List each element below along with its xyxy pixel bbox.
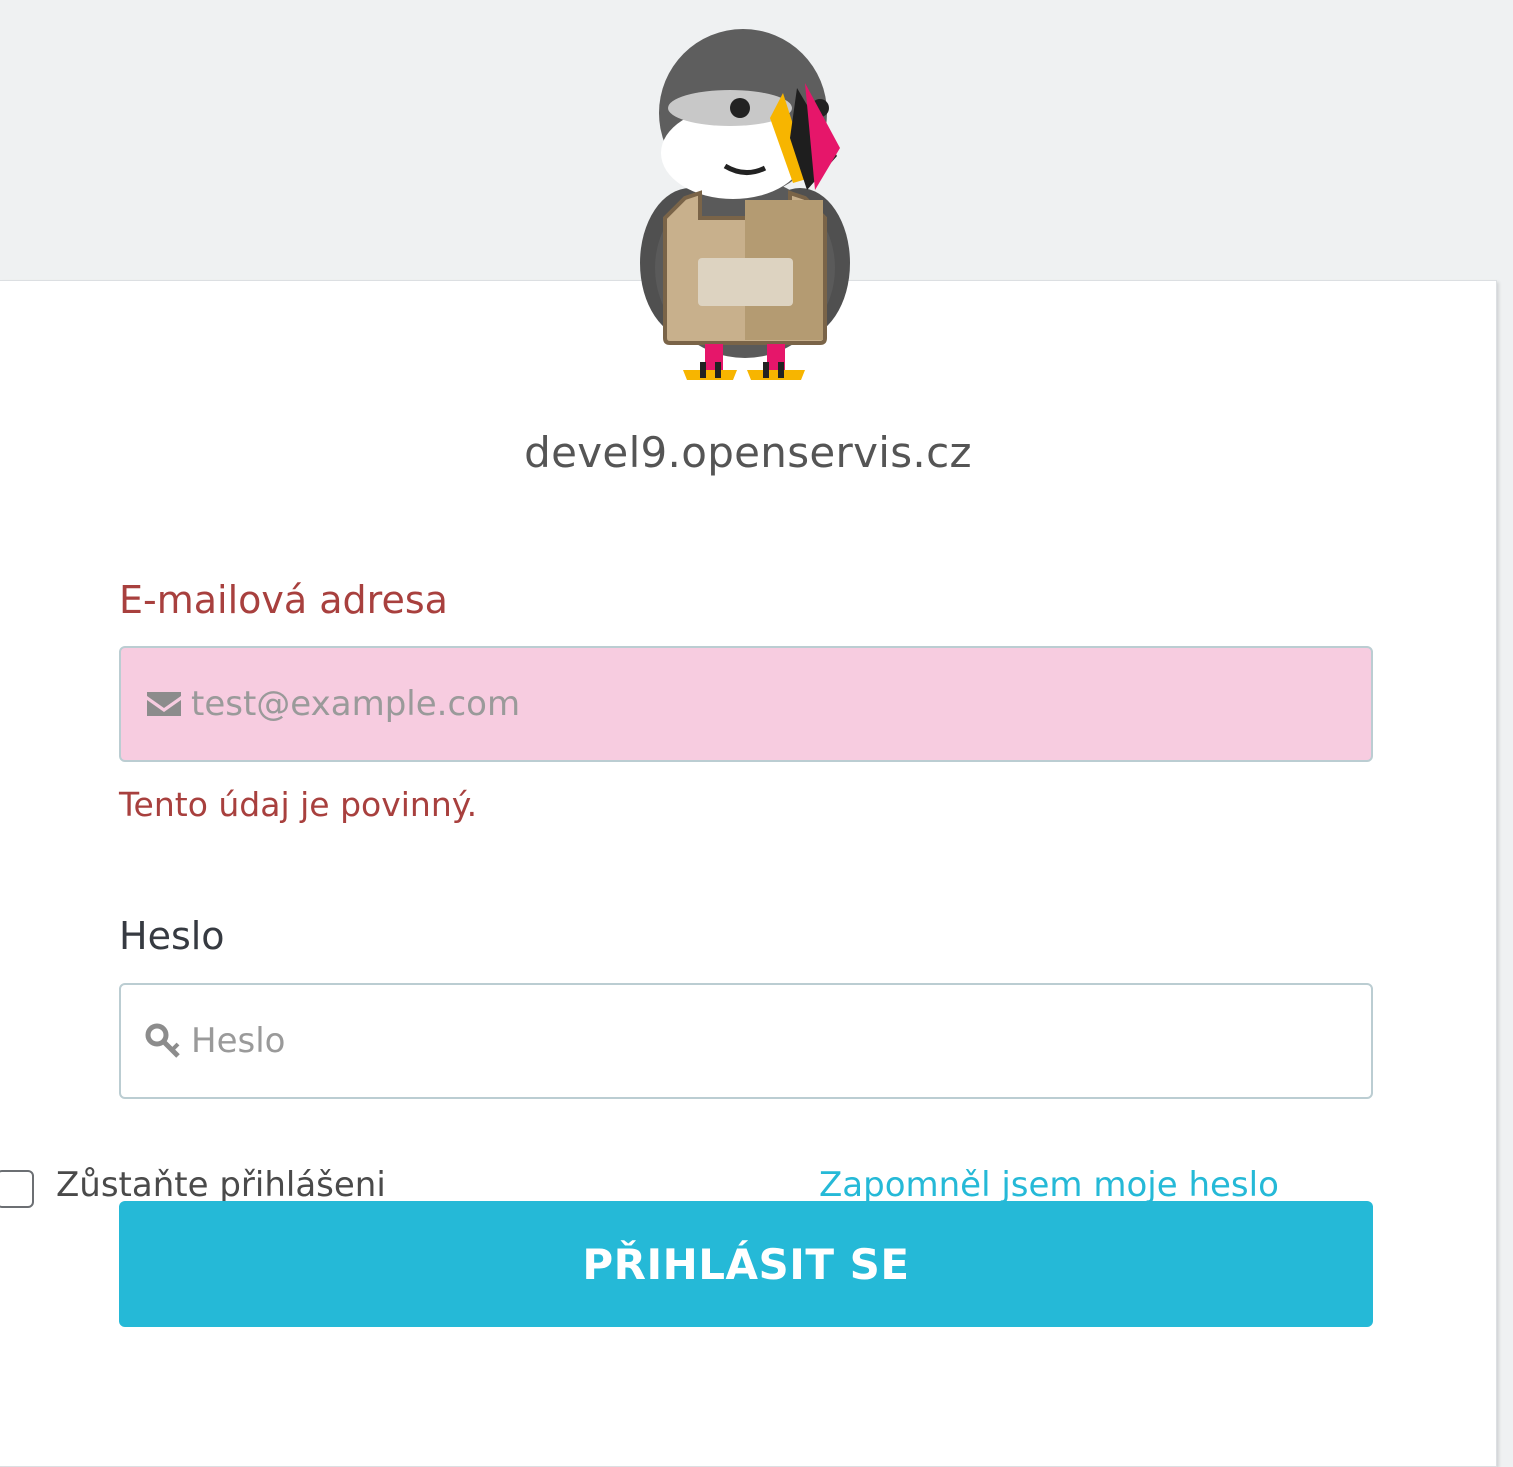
email-error-message: Tento údaj je povinný.	[119, 785, 478, 824]
key-icon	[145, 1023, 180, 1058]
password-field-container	[119, 983, 1373, 1099]
password-input[interactable]	[191, 985, 1341, 1097]
shop-name: devel9.openservis.cz	[524, 428, 972, 477]
puffin-mascot-logo	[640, 29, 850, 380]
remember-me-label[interactable]: Zůstaňte přihlášeni	[56, 1165, 386, 1205]
login-button[interactable]: PŘIHLÁSIT SE	[119, 1201, 1373, 1327]
envelope-icon	[147, 692, 181, 716]
email-input[interactable]	[191, 648, 1341, 760]
forgot-password-link[interactable]: Zapomněl jsem moje heslo	[819, 1165, 1279, 1205]
email-field-container	[119, 646, 1373, 762]
email-label: E-mailová adresa	[119, 578, 448, 622]
remember-me-checkbox[interactable]	[0, 1170, 34, 1208]
password-label: Heslo	[119, 914, 225, 958]
